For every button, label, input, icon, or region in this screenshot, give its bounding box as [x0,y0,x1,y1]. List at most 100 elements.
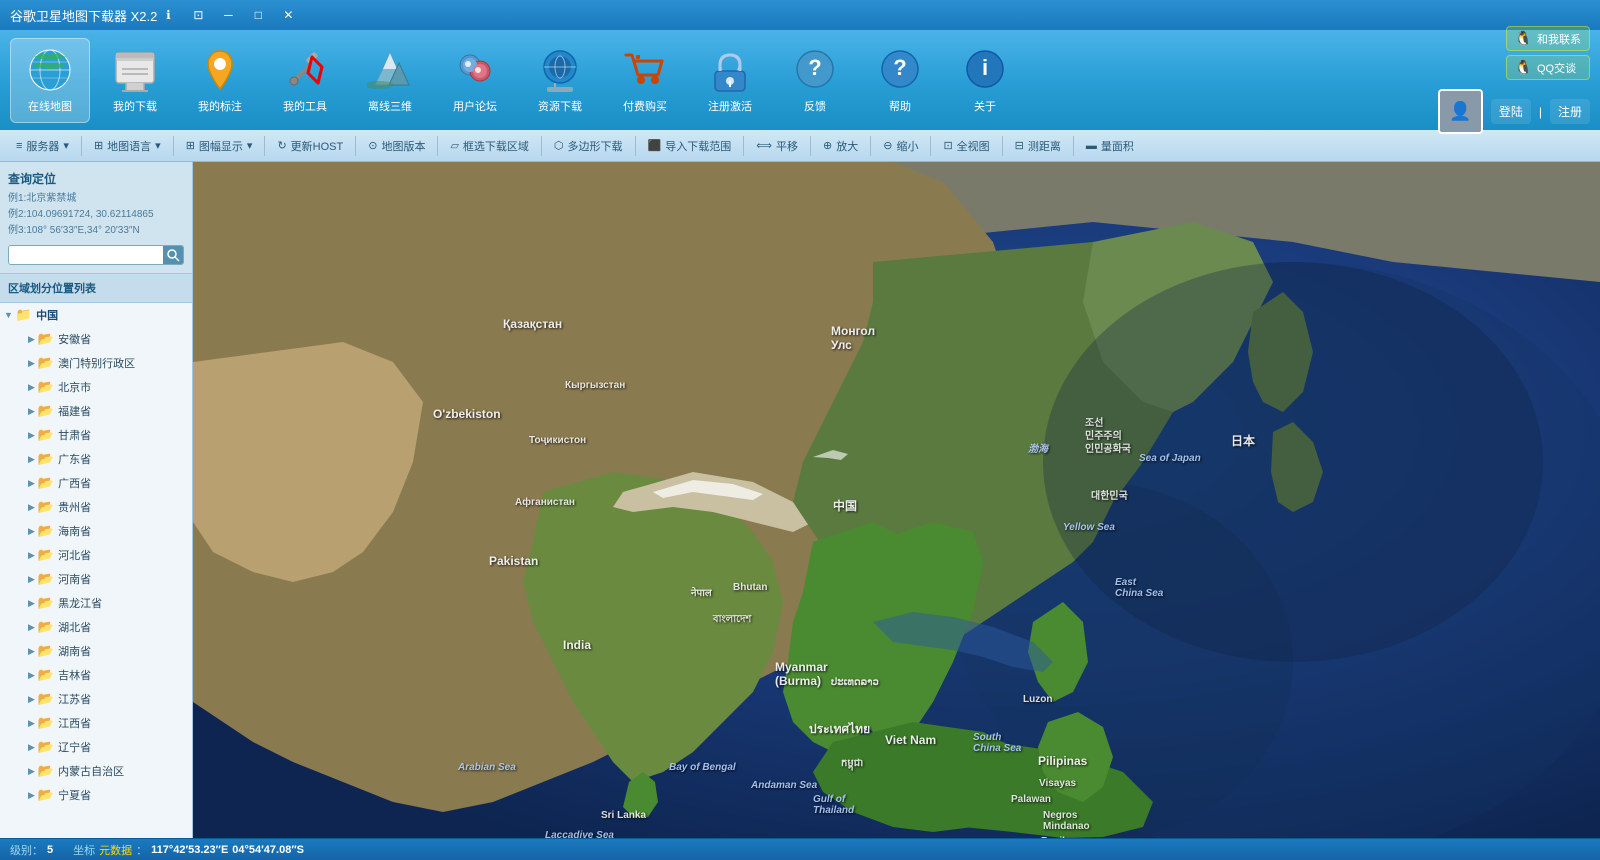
zoom-in-button[interactable]: ⊕ 放大 [815,135,866,157]
update-host-button[interactable]: ↻ 更新HOST [269,135,351,157]
tree-arrow: ▼ [4,310,13,320]
restore-small-button[interactable]: ⊡ [187,4,209,26]
pan-icon: ⟺ [756,139,772,152]
folder-icon: 📂 [38,499,54,515]
tree-item-inner-mongolia[interactable]: ▶ 📂 内蒙古自治区 [0,759,192,783]
divider-10 [870,136,871,156]
select-download-button[interactable]: ▱ 框选下载区域 [442,135,536,157]
login-button[interactable]: 登陆 [1491,99,1531,124]
tree-item-jiangsu[interactable]: ▶ 📂 江苏省 [0,687,192,711]
search-section: 查询定位 例1:北京紫禁城 例2:104.09691724, 30.621148… [0,162,192,274]
user-forum-label: 用户论坛 [453,98,497,114]
tree-item-liaoning[interactable]: ▶ 📂 辽宁省 [0,735,192,759]
tree-item-beijing[interactable]: ▶ 📂 北京市 [0,375,192,399]
tree-arrow: ▶ [28,718,35,729]
register-button[interactable]: 注册 [1550,99,1590,124]
minimize-button[interactable]: ─ [217,4,239,26]
tree-item-ningxia[interactable]: ▶ 📂 宁夏省 [0,783,192,807]
tree-item-hubei[interactable]: ▶ 📂 湖北省 [0,615,192,639]
toolbar-about[interactable]: i 关于 [945,38,1025,123]
tree-item-anhui[interactable]: ▶ 📂 安徽省 [0,327,192,351]
divider-4 [355,136,356,156]
level-status: 级别： 5 [10,842,53,858]
import-range-button[interactable]: ⬛ 导入下载范围 [640,135,740,157]
tree-item-guangxi[interactable]: ▶ 📂 广西省 [0,471,192,495]
toolbar-user-forum[interactable]: 用户论坛 [435,38,515,123]
qq-button[interactable]: 🐧 QQ交谈 [1506,55,1590,80]
folder-icon: 📂 [38,763,54,779]
map-lang-arrow: ▾ [155,139,161,152]
info-button[interactable]: ℹ [157,4,179,26]
tree-item-macao[interactable]: ▶ 📂 澳门特别行政区 [0,351,192,375]
polygon-download-button[interactable]: ⬡ 多边形下载 [546,135,631,157]
toolbar-help[interactable]: ? 帮助 [860,38,940,123]
tree-item-henan[interactable]: ▶ 📂 河南省 [0,567,192,591]
toolbar-register-activate[interactable]: 注册激活 [690,38,770,123]
import-range-icon: ⬛ [648,139,662,152]
tree-item-guizhou[interactable]: ▶ 📂 贵州省 [0,495,192,519]
map-display-button[interactable]: ⊞ 图幅显示 ▾ [178,135,261,157]
folder-icon: 📁 [16,307,32,323]
tree-arrow: ▶ [28,526,35,537]
polygon-download-icon: ⬡ [554,139,564,152]
app-title: 谷歌卫星地图下载器 X2.2 [10,6,157,25]
my-marker-label: 我的标注 [198,98,242,114]
coord-status: 坐标 元数据 ： 117°42′53.23″E 04°54′47.08″S [73,842,304,858]
map-display-arrow: ▾ [247,139,253,152]
folder-icon: 📂 [38,355,54,371]
toolbar-paid-purchase[interactable]: 付费购买 [605,38,685,123]
tree-item-hebei[interactable]: ▶ 📂 河北省 [0,543,192,567]
sidebar: 查询定位 例1:北京紫禁城 例2:104.09691724, 30.621148… [0,162,193,838]
toolbar-my-marker[interactable]: 我的标注 [180,38,260,123]
tree-item-gansu[interactable]: ▶ 📂 甘肃省 [0,423,192,447]
paid-purchase-label: 付费购买 [623,98,667,114]
search-input[interactable] [9,246,163,264]
tree-item-heilongjiang[interactable]: ▶ 📂 黑龙江省 [0,591,192,615]
full-view-button[interactable]: ⊡ 全视图 [935,135,997,157]
tree-item-fujian[interactable]: ▶ 📂 福建省 [0,399,192,423]
divider-2 [173,136,174,156]
tree-arrow: ▶ [28,430,35,441]
map-area[interactable]: Қазақстан МонголУлс O'zbekiston Кыргызст… [193,162,1600,838]
close-button[interactable]: ✕ [277,4,299,26]
toolbar-offline-3d[interactable]: 离线三维 [350,38,430,123]
pan-button[interactable]: ⟺ 平移 [748,135,806,157]
tree-item-jiangxi[interactable]: ▶ 📂 江西省 [0,711,192,735]
search-example-1: 例1:北京紫禁城 [8,191,184,207]
server-button[interactable]: ≡ 服务器 ▾ [8,135,77,157]
tools-icon [281,46,329,94]
tree-arrow: ▶ [28,382,35,393]
tree-item-hunan[interactable]: ▶ 📂 湖南省 [0,639,192,663]
divider-9 [810,136,811,156]
toolbar-online-map[interactable]: 在线地图 [10,38,90,123]
tree-arrow: ▶ [28,622,35,633]
measure-distance-button[interactable]: ⊟ 测距离 [1007,135,1069,157]
folder-icon: 📂 [38,475,54,491]
toolbar-resource-download[interactable]: 资源下载 [520,38,600,123]
tree-item-china[interactable]: ▼ 📁 中国 [0,303,192,327]
level-label: 级别： [10,842,43,858]
coord-label: 坐标 [73,842,95,858]
avatar: 👤 [1438,89,1483,134]
map-version-button[interactable]: ⊙ 地图版本 [360,135,433,157]
server-icon: ≡ [16,140,22,152]
map-lang-button[interactable]: ⊞ 地图语言 ▾ [86,135,169,157]
resource-download-label: 资源下载 [538,98,582,114]
zoom-out-button[interactable]: ⊖ 缩小 [875,135,926,157]
tree-item-jilin[interactable]: ▶ 📂 吉林省 [0,663,192,687]
search-button[interactable] [163,246,183,264]
search-examples: 例1:北京紫禁城 例2:104.09691724, 30.62114865 例3… [8,191,184,239]
toolbar-my-download[interactable]: 我的下载 [95,38,175,123]
toolbar-my-tools[interactable]: 我的工具 [265,38,345,123]
maximize-button[interactable]: □ [247,4,269,26]
folder-icon: 📂 [38,571,54,587]
toolbar-feedback[interactable]: ? 反馈 [775,38,855,123]
measure-area-button[interactable]: ▬ 量面积 [1078,135,1142,157]
divider-12 [1002,136,1003,156]
region-title: 区域划分位置列表 [0,274,192,303]
tree-item-guangdong[interactable]: ▶ 📂 广东省 [0,447,192,471]
measure-distance-icon: ⊟ [1015,139,1024,152]
contact-button[interactable]: 🐧 和我联系 [1506,26,1590,51]
tree-item-hainan[interactable]: ▶ 📂 海南省 [0,519,192,543]
mountain-icon [366,46,414,94]
